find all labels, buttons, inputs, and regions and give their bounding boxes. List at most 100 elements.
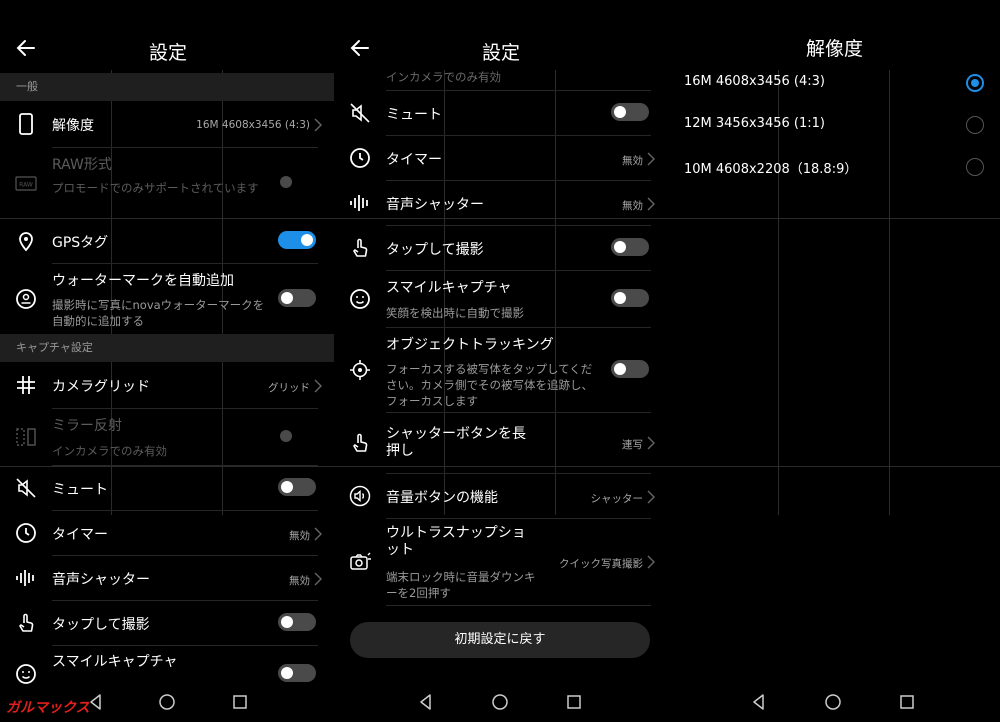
setting-value: 無効 xyxy=(289,530,310,542)
chevron-right-icon xyxy=(314,572,322,586)
clock-icon xyxy=(16,523,36,543)
option-label: 16M 4608x3456 (4:3) xyxy=(684,74,825,89)
setting-label: ウォーターマークを自動追加 xyxy=(52,273,234,289)
setting-touch-capture[interactable]: タップして撮影 xyxy=(334,226,667,270)
setting-smile-capture[interactable]: スマイルキャプチャ xyxy=(0,646,334,690)
setting-value: シャッター xyxy=(590,493,644,505)
setting-value: 無効 xyxy=(289,575,310,587)
setting-label: タップして撮影 xyxy=(386,242,484,258)
option-label: 12M 3456x3456 (1:1) xyxy=(684,116,825,131)
setting-camera-grid[interactable]: カメラグリッド グリッド xyxy=(0,362,334,408)
setting-timer[interactable]: タイマー 無効 xyxy=(334,136,667,180)
setting-audio-shutter[interactable]: 音声シャッター 無効 xyxy=(0,556,334,600)
reset-defaults-button[interactable]: 初期設定に戻す xyxy=(350,622,650,658)
chevron-right-icon xyxy=(647,490,655,504)
app-bar: 解像度 xyxy=(667,0,1000,70)
setting-object-tracking[interactable]: オブジェクトトラッキング フォーカスする被写体をタップしてください。カメラ側でそ… xyxy=(334,328,667,412)
camera-fast-icon xyxy=(350,552,371,570)
radio-button-selected[interactable] xyxy=(966,74,984,92)
setting-timer[interactable]: タイマー 無効 xyxy=(0,511,334,555)
system-nav-bar xyxy=(667,688,1000,722)
setting-label: ミュート xyxy=(386,107,442,123)
svg-text:RAW: RAW xyxy=(19,182,33,189)
setting-raw-format: RAW RAW形式 プロモードでのみサポートされています xyxy=(0,148,334,218)
touch-capture-toggle[interactable] xyxy=(278,613,316,631)
chevron-right-icon xyxy=(647,436,655,450)
tracking-toggle[interactable] xyxy=(611,360,649,378)
radio-button[interactable] xyxy=(966,116,984,134)
setting-audio-shutter[interactable]: 音声シャッター 無効 xyxy=(334,181,667,225)
nav-recents-icon[interactable] xyxy=(897,692,917,712)
option-label: 10M 4608x2208（18.8:9） xyxy=(684,162,858,177)
watermark-icon xyxy=(16,289,36,309)
nav-recents-icon[interactable] xyxy=(230,692,250,712)
smile-toggle[interactable] xyxy=(278,664,316,682)
chevron-right-icon xyxy=(647,555,655,569)
nav-recents-icon[interactable] xyxy=(564,692,584,712)
back-arrow-icon[interactable] xyxy=(348,36,372,60)
setting-label: タップして撮影 xyxy=(52,617,150,633)
resolution-option[interactable]: 16M 4608x3456 (4:3) xyxy=(667,62,1000,104)
setting-smile-capture[interactable]: スマイルキャプチャ 笑顔を検出時に自動で撮影 xyxy=(334,271,667,327)
sound-wave-icon xyxy=(350,195,368,211)
setting-mute[interactable]: ミュート xyxy=(334,91,667,135)
setting-gps-tag[interactable]: GPSタグ xyxy=(0,219,334,263)
chevron-right-icon xyxy=(314,379,322,393)
setting-description: 笑顔を検出時に自動で撮影 xyxy=(386,306,524,320)
site-logo-watermark: ガルマックス xyxy=(6,700,90,716)
system-nav-bar xyxy=(334,688,667,722)
resolution-option[interactable]: 12M 3456x3456 (1:1) xyxy=(667,104,1000,146)
volume-icon xyxy=(349,485,371,507)
smile-face-icon xyxy=(350,289,370,309)
setting-ultra-snapshot[interactable]: ウルトラスナップショット 端末ロック時に音量ダウンキーを2回押す クイック写真撮… xyxy=(334,519,667,605)
nav-home-icon[interactable] xyxy=(823,692,843,712)
setting-auto-watermark[interactable]: ウォーターマークを自動追加 撮影時に写真にnovaウォーターマークを自動的に追加… xyxy=(0,264,334,334)
setting-volume-button[interactable]: 音量ボタンの機能 シャッター xyxy=(334,474,667,518)
setting-label: 音量ボタンの機能 xyxy=(386,490,498,506)
resolution-option[interactable]: 10M 4608x2208（18.8:9） xyxy=(667,146,1000,188)
watermark-toggle[interactable] xyxy=(278,289,316,307)
phone-icon xyxy=(19,113,33,135)
setting-mute[interactable]: ミュート xyxy=(0,466,334,510)
nav-back-icon[interactable] xyxy=(416,692,436,712)
setting-label: 音声シャッター xyxy=(52,572,150,588)
setting-touch-capture[interactable]: タップして撮影 xyxy=(0,601,334,645)
resolution-panel: 解像度 16M 4608x3456 (4:3) 12M 3456x3456 (1… xyxy=(667,0,1000,722)
smile-toggle[interactable] xyxy=(611,289,649,307)
location-pin-icon xyxy=(19,232,33,252)
setting-label: 音声シャッター xyxy=(386,197,484,213)
nav-home-icon[interactable] xyxy=(490,692,510,712)
disabled-indicator xyxy=(280,176,292,188)
setting-value: クイック写真撮影 xyxy=(559,558,643,570)
nav-back-icon[interactable] xyxy=(749,692,769,712)
nav-home-icon[interactable] xyxy=(157,692,177,712)
setting-label: シャッターボタンを長押し xyxy=(386,426,526,459)
touch-capture-toggle[interactable] xyxy=(611,238,649,256)
setting-shutter-long-press[interactable]: シャッターボタンを長押し 連写 xyxy=(334,413,667,473)
raw-icon: RAW xyxy=(15,176,37,191)
setting-description: プロモードでのみサポートされています xyxy=(52,181,259,195)
setting-label: オブジェクトトラッキング xyxy=(386,337,554,353)
mute-toggle[interactable] xyxy=(611,103,649,121)
chevron-right-icon xyxy=(314,118,322,132)
setting-label: ミラー反射 xyxy=(52,418,122,434)
page-title: 設定 xyxy=(149,42,188,64)
setting-label: スマイルキャプチャ xyxy=(52,654,178,670)
gps-toggle[interactable] xyxy=(278,231,316,249)
radio-button[interactable] xyxy=(966,158,984,176)
tap-finger-icon xyxy=(353,238,368,257)
setting-resolution[interactable]: 解像度 16M 4608x3456 (4:3) xyxy=(0,101,334,147)
clock-icon xyxy=(350,148,370,168)
chevron-right-icon xyxy=(647,197,655,211)
section-header-general: 一般 xyxy=(0,73,334,101)
setting-description: インカメラでのみ有効 xyxy=(386,70,501,84)
mirror-icon xyxy=(16,428,36,446)
setting-label: スマイルキャプチャ xyxy=(386,280,512,296)
mute-speaker-icon xyxy=(350,103,370,123)
chevron-right-icon xyxy=(314,527,322,541)
mute-toggle[interactable] xyxy=(278,478,316,496)
back-arrow-icon[interactable] xyxy=(14,36,38,60)
setting-mirror-partial: インカメラでのみ有効 xyxy=(334,66,667,90)
grid-icon xyxy=(17,376,35,394)
setting-value: 無効 xyxy=(622,155,643,167)
